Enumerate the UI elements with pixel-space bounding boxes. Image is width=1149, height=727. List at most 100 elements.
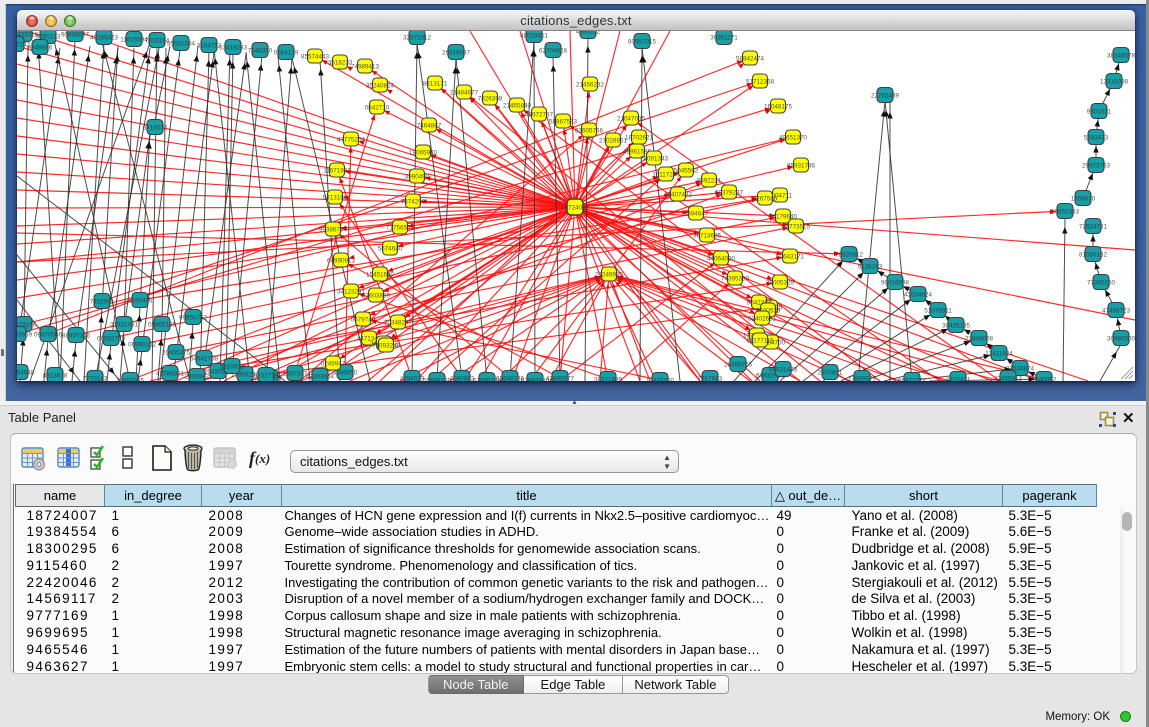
svg-text:78091343: 78091343 [640, 156, 669, 163]
svg-text:19065940: 19065940 [409, 150, 438, 157]
svg-text:53419283: 53419283 [219, 45, 248, 52]
svg-text:47407482: 47407482 [664, 192, 693, 199]
svg-text:4060883: 4060883 [450, 376, 475, 382]
svg-text:90838637: 90838637 [61, 32, 90, 39]
svg-text:7917693: 7917693 [698, 376, 723, 382]
svg-text:42786801: 42786801 [156, 371, 185, 378]
svg-text:49972787: 49972787 [525, 112, 554, 119]
svg-text:8613171: 8613171 [423, 81, 448, 88]
svg-text:8692221: 8692221 [697, 178, 722, 185]
svg-text:51712368: 51712368 [746, 79, 775, 86]
svg-text:47468723: 47468723 [1102, 308, 1131, 315]
svg-text:7464887: 7464887 [417, 123, 442, 130]
svg-text:35240824: 35240824 [366, 83, 395, 90]
svg-text:7826398: 7826398 [478, 96, 503, 103]
svg-text:36713695: 36713695 [693, 233, 722, 240]
svg-text:27889579: 27889579 [848, 376, 877, 382]
svg-text:20465375: 20465375 [162, 350, 191, 357]
svg-text:50643171: 50643171 [776, 254, 805, 261]
svg-text:02402681: 02402681 [748, 316, 777, 323]
svg-text:29973763: 29973763 [1082, 163, 1111, 170]
svg-text:43534624: 43534624 [904, 292, 933, 299]
svg-text:34957885: 34957885 [116, 378, 145, 382]
svg-text:87603859: 87603859 [362, 293, 391, 300]
svg-text:38425135: 38425135 [942, 323, 971, 330]
svg-text:47775204: 47775204 [337, 137, 366, 144]
svg-text:80957015: 80957015 [628, 39, 657, 46]
svg-text:05865185: 05865185 [148, 322, 177, 329]
svg-text:7452991: 7452991 [90, 299, 115, 306]
svg-text:7594647: 7594647 [684, 211, 709, 218]
svg-text:86872774: 86872774 [898, 378, 927, 382]
svg-text:71756551: 71756551 [386, 225, 415, 232]
svg-text:1640052: 1640052 [1032, 377, 1057, 382]
svg-text:3990490: 3990490 [405, 174, 430, 181]
svg-text:06562729: 06562729 [97, 336, 126, 343]
svg-text:13315098: 13315098 [1100, 79, 1129, 86]
svg-text:5674680: 5674680 [378, 246, 403, 253]
svg-text:55698169: 55698169 [423, 378, 452, 382]
svg-text:69379237: 69379237 [715, 190, 744, 197]
svg-text:5045562: 5045562 [674, 168, 699, 175]
svg-text:88937346: 88937346 [62, 333, 91, 340]
svg-text:28498776: 28498776 [724, 362, 753, 369]
svg-text:43455812: 43455812 [994, 376, 1023, 382]
svg-text:95931034: 95931034 [167, 41, 196, 48]
svg-text:27849808: 27849808 [965, 336, 994, 343]
svg-text:1656670: 1656670 [1071, 196, 1096, 203]
svg-text:71093248: 71093248 [372, 343, 401, 350]
svg-text:0564139: 0564139 [274, 50, 299, 57]
svg-text:74395339: 74395339 [721, 276, 750, 283]
svg-text:9136193: 9136193 [858, 264, 883, 271]
svg-text:7874296: 7874296 [401, 199, 426, 206]
svg-text:85931746: 85931746 [787, 163, 816, 170]
svg-text:9232719: 9232719 [254, 373, 279, 380]
svg-text:49651370: 49651370 [779, 135, 808, 142]
svg-text:18702621: 18702621 [625, 135, 654, 142]
svg-text:43699577: 43699577 [546, 376, 575, 382]
svg-text:78820812: 78820812 [835, 252, 864, 259]
svg-text:8267586: 8267586 [753, 196, 778, 203]
svg-text:13433200: 13433200 [646, 378, 675, 382]
svg-text:7648350: 7648350 [248, 48, 273, 55]
svg-text:4294019: 4294019 [400, 376, 425, 382]
svg-text:21249985: 21249985 [595, 272, 624, 279]
svg-text:32871012: 32871012 [403, 35, 432, 42]
svg-text:87603669: 87603669 [17, 332, 32, 339]
svg-text:38721489: 38721489 [594, 377, 623, 382]
svg-text:(x): (x) [255, 451, 270, 466]
svg-text:3518233: 3518233 [328, 60, 353, 67]
svg-text:21456232: 21456232 [576, 82, 605, 89]
svg-text:99650752: 99650752 [179, 315, 208, 322]
svg-text:39005329: 39005329 [766, 280, 795, 287]
svg-text:66177115: 66177115 [746, 338, 774, 345]
svg-text:99386774: 99386774 [319, 227, 348, 234]
svg-text:58842474: 58842474 [736, 56, 765, 63]
svg-text:72624731: 72624731 [1079, 224, 1108, 231]
svg-text:5310033: 5310033 [220, 364, 245, 371]
svg-text:94531473: 94531473 [769, 367, 798, 374]
svg-text:62704828: 62704828 [539, 48, 568, 55]
svg-text:9301031: 9301031 [1087, 109, 1112, 116]
svg-text:64990913: 64990913 [327, 258, 356, 265]
svg-text:31931491: 31931491 [110, 322, 139, 329]
svg-text:30980500: 30980500 [1107, 336, 1135, 343]
svg-text:5183473: 5183473 [1084, 135, 1109, 142]
svg-text:70348247: 70348247 [384, 320, 413, 327]
svg-text:6716572: 6716572 [143, 125, 168, 132]
svg-text:22782489: 22782489 [871, 93, 900, 100]
svg-text:35454948: 35454948 [17, 370, 34, 377]
svg-text:06990162: 06990162 [128, 342, 157, 349]
svg-text:8849696: 8849696 [28, 45, 53, 52]
svg-text:4190496: 4190496 [128, 298, 153, 305]
svg-text:90916998: 90916998 [881, 280, 910, 287]
svg-text:27484677: 27484677 [450, 90, 479, 97]
svg-text:30391171: 30391171 [710, 35, 738, 42]
svg-text:63605766: 63605766 [575, 128, 604, 135]
svg-text:58867533: 58867533 [549, 119, 578, 126]
svg-text:0679740: 0679740 [351, 317, 376, 324]
svg-text:15451680: 15451680 [366, 272, 395, 279]
svg-text:27028951: 27028951 [599, 138, 628, 145]
svg-text:4873471: 4873471 [946, 377, 971, 382]
svg-text:2870831: 2870831 [818, 370, 843, 377]
